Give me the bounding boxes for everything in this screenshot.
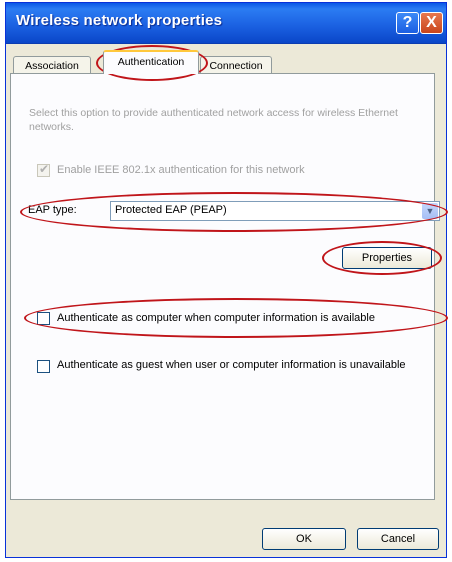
- authentication-panel: [10, 73, 435, 500]
- checkmark-icon: ✔: [39, 162, 50, 176]
- eap-type-value: Protected EAP (PEAP): [115, 204, 227, 216]
- eap-type-label: EAP type:: [28, 204, 77, 216]
- tab-authentication[interactable]: Authentication: [103, 50, 199, 74]
- enable-8021x-label: Enable IEEE 802.1x authentication for th…: [57, 164, 305, 176]
- help-button[interactable]: ?: [396, 12, 419, 34]
- chevron-down-icon[interactable]: ▼: [422, 203, 438, 219]
- auth-as-guest-checkbox[interactable]: [37, 360, 50, 373]
- auth-as-computer-checkbox[interactable]: [37, 312, 50, 325]
- tab-association[interactable]: Association: [13, 56, 91, 74]
- auth-as-computer-label: Authenticate as computer when computer i…: [57, 312, 375, 324]
- cancel-button[interactable]: Cancel: [357, 528, 439, 550]
- window-title: Wireless network properties: [16, 12, 223, 29]
- ok-button[interactable]: OK: [262, 528, 346, 550]
- tab-connection[interactable]: Connection: [200, 56, 272, 74]
- title-bar[interactable]: Wireless network properties ? X: [6, 3, 446, 44]
- auth-description: Select this option to provide authentica…: [29, 107, 398, 133]
- close-button[interactable]: X: [420, 12, 443, 34]
- enable-8021x-checkbox[interactable]: ✔: [37, 162, 50, 177]
- properties-button[interactable]: Properties: [342, 247, 432, 269]
- eap-type-select[interactable]: Protected EAP (PEAP) ▼: [110, 201, 440, 221]
- auth-as-guest-label: Authenticate as guest when user or compu…: [57, 359, 406, 371]
